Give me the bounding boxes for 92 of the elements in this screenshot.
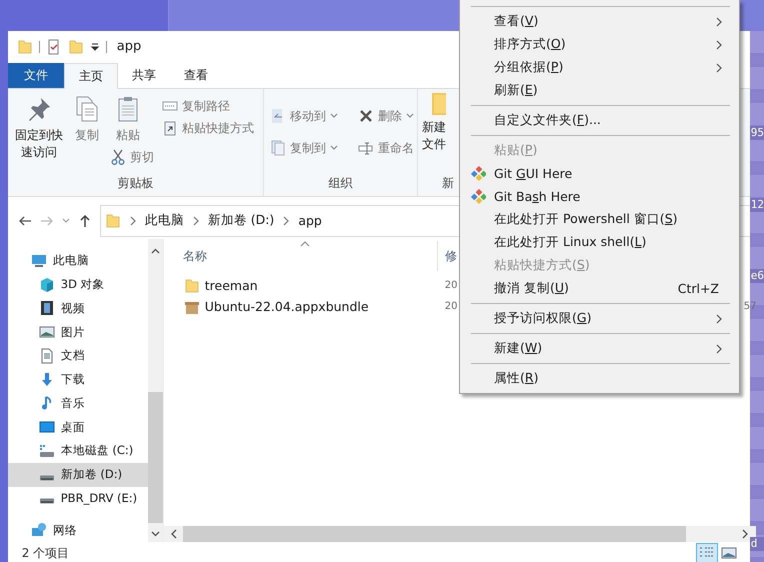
computer-icon [30,252,47,269]
background-text: 12 [750,198,764,212]
navigation-label: 桌面 [60,420,85,435]
menu-item[interactable]: 分组依据(P) [462,56,737,79]
chevron-right-icon [282,216,290,226]
chevron-right-icon [128,216,137,226]
recent-locations-button[interactable] [62,216,70,224]
menu-item[interactable]: 刷新(E) [462,79,737,102]
ribbon-tab[interactable]: 文件 [8,63,64,88]
scissors-icon [110,149,126,165]
folder-icon [432,93,446,115]
group-label: 新 [440,175,455,192]
sort-caret-icon [300,241,310,247]
menu-item[interactable]: 查看(V) [462,10,737,33]
ribbon-button[interactable]: 固定到快速访问 [12,93,66,174]
navigation-label: 本地磁盘 (C:) [60,443,134,458]
navigation-item[interactable]: 音乐 [8,392,148,416]
image-icon [38,324,55,340]
file-name[interactable]: Ubuntu-22.04.appxbundle [164,298,442,314]
film-icon [38,300,55,316]
scroll-down-icon[interactable] [150,529,160,538]
menu-item[interactable]: 属性(R) [462,367,737,390]
navigation-label: 网络 [52,522,77,538]
navigation-label: 下载 [60,372,85,388]
navigation-item[interactable]: 文档 [8,344,148,368]
breadcrumb[interactable]: 新加卷 (D:) [208,212,274,229]
date-cell-text: 20 [444,301,458,312]
navigation-item[interactable]: 桌面 [8,415,148,439]
column-header[interactable]: 名称 [164,241,438,271]
navigation-label: 音乐 [60,396,85,411]
menu-item[interactable]: 撤消 复制(U) Ctrl+Z [462,277,737,300]
drive-icon [38,442,55,459]
folder-icon [16,38,33,54]
menu-item[interactable]: 自定义文件夹(F)... [462,109,737,132]
up-button[interactable] [78,214,92,228]
chevron-right-icon [192,216,200,226]
group-label: 剪贴板 [116,175,154,192]
folder-icon [184,278,200,294]
dropdown-icon [90,42,100,52]
date-cell-text: 20 [444,280,458,291]
scroll-right-icon[interactable] [740,529,750,539]
navigation-label: 图片 [60,324,85,340]
navigation-item[interactable]: 3D 对象 [8,272,148,296]
rename-icon [358,140,374,156]
group-label: 组织 [327,175,354,192]
navigation-item[interactable]: 视频 [8,296,148,320]
navigation-item[interactable]: PBR_DRV (E:) [8,486,148,510]
scrollbar[interactable] [148,239,164,542]
menu-item[interactable]: 授予访问权限(G) [462,307,737,330]
navigation-label: 文档 [60,348,85,364]
navigation-item[interactable]: 下载 [8,368,148,392]
delete-icon [358,108,374,124]
item-count: 2 个项目 [22,544,70,562]
document-icon [38,348,55,364]
breadcrumb[interactable]: app [298,213,322,228]
navigation-item[interactable]: 此电脑 [8,249,148,273]
details-view-button[interactable] [696,543,718,562]
navigation-label: PBR_DRV (E:) [60,491,138,506]
network-icon [30,522,47,538]
menu-item[interactable]: 在此处打开 Powershell 窗口(S) [462,208,737,231]
menu-item[interactable]: 排序方式(O) [462,33,737,56]
file-name[interactable]: treeman [164,278,442,294]
image-icon [720,546,737,560]
breadcrumb[interactable]: 此电脑 [144,212,184,229]
navigation-item[interactable]: 本地磁盘 (C:) [8,439,148,463]
scroll-up-icon[interactable] [150,247,160,256]
ribbon-tab[interactable]: 主页 [64,63,118,89]
folder-icon [68,38,84,54]
navigation-item[interactable]: 图片 [8,320,148,344]
drive-icon [38,498,55,504]
navigation-label: 视频 [60,300,85,316]
navigation-label: 新加卷 (D:) [60,467,122,482]
navigation-item[interactable]: 新加卷 (D:) [8,462,148,486]
git-icon [471,189,486,204]
desktop-icon [38,419,55,436]
window-title: app [116,39,142,54]
background-text: e6 [750,269,764,283]
copy-icon [270,140,286,156]
navigation-label: 3D 对象 [60,277,105,292]
navigation-item[interactable]: 网络 [8,518,148,542]
menu-item[interactable]: 新建(W) [462,337,737,360]
drive-icon [38,474,55,481]
folder-icon [104,212,121,228]
git-icon [471,166,486,181]
background-text: 95 [750,126,764,140]
shortcut-icon [162,120,178,136]
new-folder-button[interactable]: 新建 文件 [422,93,456,174]
navigation-label: 此电脑 [52,253,89,268]
back-button[interactable] [18,214,32,228]
cube-icon [38,276,55,293]
menu-item[interactable]: Git GUI Here [462,162,737,185]
background-text: d [750,537,764,551]
